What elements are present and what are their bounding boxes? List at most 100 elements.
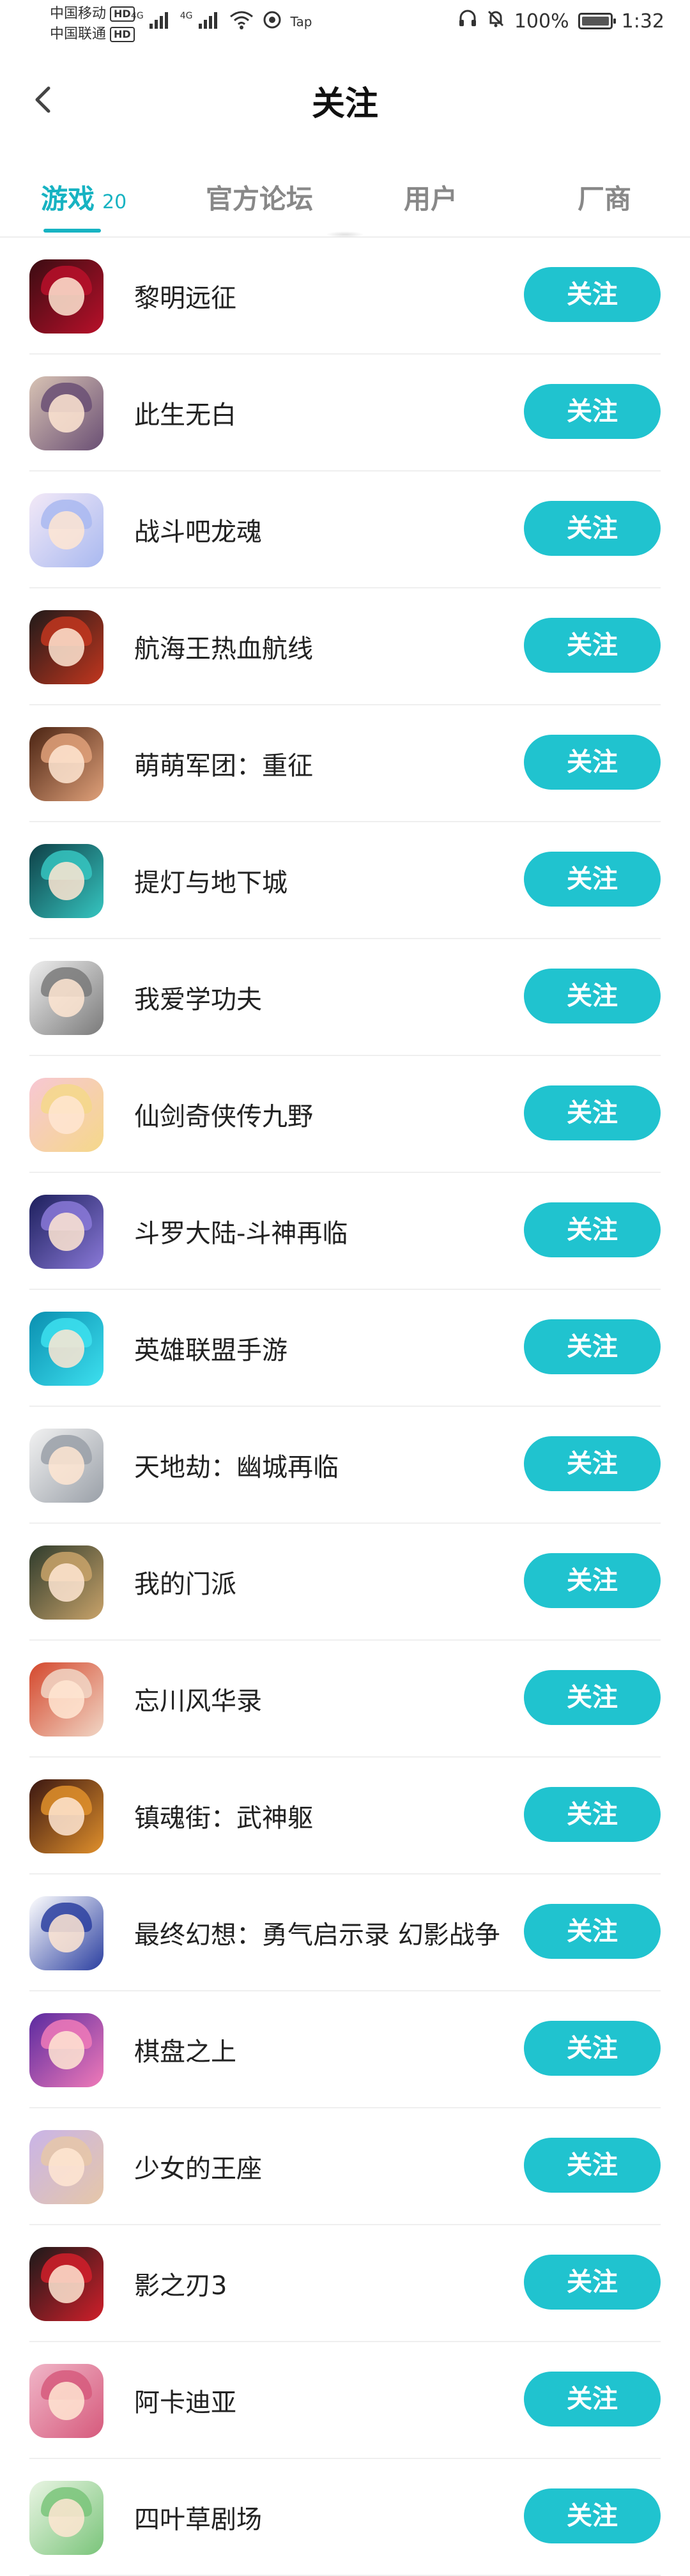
follow-button[interactable]: 关注	[524, 2255, 661, 2310]
game-icon[interactable]	[29, 2130, 103, 2204]
follow-button[interactable]: 关注	[524, 1553, 661, 1608]
follow-button[interactable]: 关注	[524, 735, 661, 790]
carrier-info: 中国移动 HD 中国联通 HD	[50, 4, 135, 45]
game-icon-figure	[49, 1330, 84, 1368]
game-row[interactable]: 我爱学功夫 关注	[29, 939, 661, 1056]
game-row[interactable]: 忘川风华录 关注	[29, 1641, 661, 1758]
game-name[interactable]: 英雄联盟手游	[134, 1330, 505, 1367]
follow-button[interactable]: 关注	[524, 969, 661, 1023]
game-icon[interactable]	[29, 1429, 103, 1503]
follow-button[interactable]: 关注	[524, 2488, 661, 2543]
game-icon[interactable]	[29, 2364, 103, 2438]
game-name[interactable]: 镇魂街：武神躯	[134, 1797, 505, 1834]
game-row[interactable]: 镇魂街：武神躯 关注	[29, 1758, 661, 1874]
follow-button[interactable]: 关注	[524, 384, 661, 439]
game-name[interactable]: 仙剑奇侠传九野	[134, 1096, 505, 1133]
follow-button[interactable]: 关注	[524, 2021, 661, 2076]
tab-vendors[interactable]: 厂商	[578, 178, 631, 217]
game-icon[interactable]	[29, 376, 103, 450]
carrier-2-label: 中国联通	[50, 26, 107, 42]
game-icon[interactable]	[29, 1896, 103, 1970]
game-name[interactable]: 天地劫：幽城再临	[134, 1446, 505, 1483]
game-icon-figure	[49, 1914, 84, 1952]
active-tab-indicator	[43, 229, 101, 233]
game-icon[interactable]	[29, 1312, 103, 1386]
game-name[interactable]: 四叶草剧场	[134, 2499, 505, 2536]
follow-button[interactable]: 关注	[524, 1202, 661, 1257]
game-row[interactable]: 棋盘之上 关注	[29, 1991, 661, 2108]
game-icon[interactable]	[29, 1662, 103, 1736]
game-icon-figure	[49, 511, 84, 549]
follow-button[interactable]: 关注	[524, 1319, 661, 1374]
game-row[interactable]: 阿卡迪亚 关注	[29, 2342, 661, 2459]
game-icon-figure	[49, 2265, 84, 2303]
tab-games-label: 游戏	[41, 183, 95, 215]
game-icon[interactable]	[29, 2481, 103, 2555]
signal-2-icon: 4G	[180, 11, 220, 33]
tab-users[interactable]: 用户	[404, 178, 457, 217]
game-name[interactable]: 少女的王座	[134, 2148, 505, 2185]
game-icon[interactable]	[29, 610, 103, 684]
follow-button[interactable]: 关注	[524, 1085, 661, 1140]
follow-button[interactable]: 关注	[524, 1904, 661, 1959]
game-name[interactable]: 我爱学功夫	[134, 979, 505, 1016]
game-name[interactable]: 提灯与地下城	[134, 862, 505, 899]
game-row[interactable]: 四叶草剧场 关注	[29, 2459, 661, 2576]
game-row[interactable]: 我的门派 关注	[29, 1524, 661, 1641]
game-icon[interactable]	[29, 1779, 103, 1853]
game-icon[interactable]	[29, 1195, 103, 1269]
game-row[interactable]: 斗罗大陆-斗神再临 关注	[29, 1173, 661, 1290]
follow-button[interactable]: 关注	[524, 2138, 661, 2193]
game-name[interactable]: 棋盘之上	[134, 2031, 505, 2068]
game-icon[interactable]	[29, 259, 103, 334]
game-icon[interactable]	[29, 961, 103, 1035]
game-icon[interactable]	[29, 1545, 103, 1620]
game-icon[interactable]	[29, 844, 103, 918]
game-name[interactable]: 此生无白	[134, 394, 505, 431]
game-row[interactable]: 少女的王座 关注	[29, 2108, 661, 2225]
game-row[interactable]: 最终幻想：勇气启示录 幻影战争 关注	[29, 1874, 661, 1991]
game-icon[interactable]	[29, 727, 103, 801]
game-icon[interactable]	[29, 1078, 103, 1152]
game-row[interactable]: 此生无白 关注	[29, 355, 661, 471]
game-name[interactable]: 我的门派	[134, 1563, 505, 1600]
tab-official-forum[interactable]: 官方论坛	[206, 178, 313, 217]
wifi-icon	[229, 10, 254, 33]
follow-button[interactable]: 关注	[524, 267, 661, 322]
game-name[interactable]: 黎明远征	[134, 277, 505, 314]
network-type-2: 4G	[180, 11, 193, 21]
game-row[interactable]: 影之刃3 关注	[29, 2225, 661, 2342]
game-row[interactable]: 提灯与地下城 关注	[29, 822, 661, 939]
follow-button[interactable]: 关注	[524, 1670, 661, 1725]
tab-games[interactable]: 游戏 20	[41, 178, 126, 217]
follow-button[interactable]: 关注	[524, 1787, 661, 1842]
game-icon[interactable]	[29, 2013, 103, 2087]
game-row[interactable]: 黎明远征 关注	[29, 238, 661, 355]
network-type-1: 4G	[131, 11, 144, 21]
follow-button[interactable]: 关注	[524, 618, 661, 673]
game-row[interactable]: 仙剑奇侠传九野 关注	[29, 1056, 661, 1173]
game-name[interactable]: 影之刃3	[134, 2265, 505, 2302]
game-name[interactable]: 最终幻想：勇气启示录 幻影战争	[134, 1914, 505, 1951]
game-icon-figure	[49, 1213, 84, 1251]
follow-button[interactable]: 关注	[524, 2372, 661, 2426]
game-name[interactable]: 阿卡迪亚	[134, 2382, 505, 2419]
follow-button[interactable]: 关注	[524, 501, 661, 556]
game-icon[interactable]	[29, 493, 103, 567]
follow-button[interactable]: 关注	[524, 1436, 661, 1491]
game-name[interactable]: 战斗吧龙魂	[134, 511, 505, 548]
page-title: 关注	[311, 85, 378, 123]
game-name[interactable]: 忘川风华录	[134, 1680, 505, 1717]
game-name[interactable]: 斗罗大陆-斗神再临	[134, 1213, 505, 1250]
follow-button[interactable]: 关注	[524, 852, 661, 907]
game-name[interactable]: 萌萌军团：重征	[134, 745, 505, 782]
game-row[interactable]: 英雄联盟手游 关注	[29, 1290, 661, 1407]
game-icon-figure	[49, 2382, 84, 2420]
game-row[interactable]: 萌萌军团：重征 关注	[29, 705, 661, 822]
game-name[interactable]: 航海王热血航线	[134, 628, 505, 665]
game-row[interactable]: 航海王热血航线 关注	[29, 588, 661, 705]
tab-vendors-label: 厂商	[578, 183, 632, 215]
game-row[interactable]: 战斗吧龙魂 关注	[29, 471, 661, 588]
game-icon[interactable]	[29, 2247, 103, 2321]
game-row[interactable]: 天地劫：幽城再临 关注	[29, 1407, 661, 1524]
